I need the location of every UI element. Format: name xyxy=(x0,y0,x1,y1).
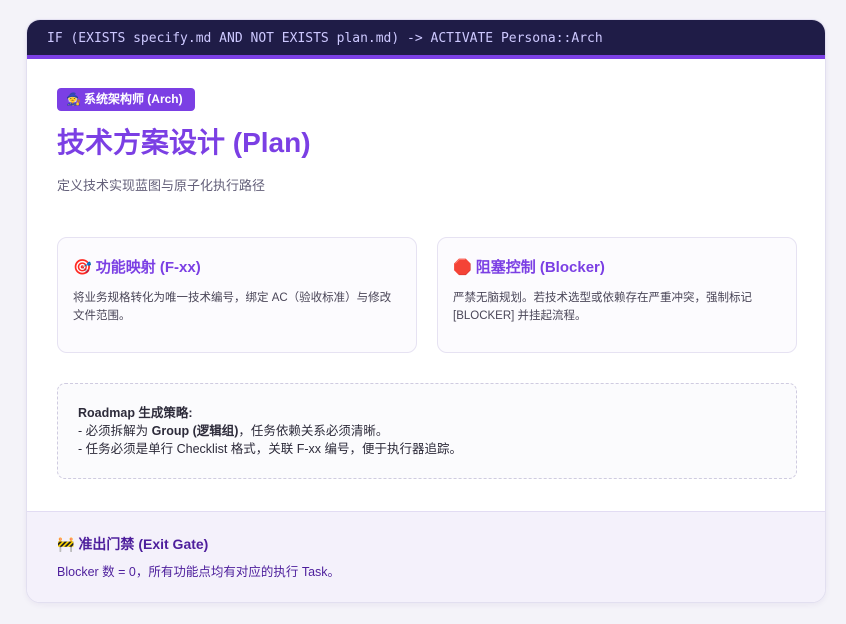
roadmap-line-1: - 必须拆解为 Group (逻辑组)，任务依赖关系必须清晰。 xyxy=(78,422,776,440)
feature-title: 🛑 阻塞控制 (Blocker) xyxy=(453,257,781,279)
persona-badge: 🧙 系统架构师 (Arch) xyxy=(57,88,195,111)
feature-description: 严禁无脑规划。若技术选型或依赖存在严重冲突，强制标记 [BLOCKER] 并挂起… xyxy=(453,292,752,322)
feature-card-mapping: 🎯 功能映射 (F-xx) 将业务规格转化为唯一技术编号，绑定 AC（验收标准）与… xyxy=(57,237,417,353)
exit-gate-text: Blocker 数 = 0，所有功能点均有对应的执行 Task。 xyxy=(57,565,341,579)
feature-card-blocker: 🛑 阻塞控制 (Blocker) 严禁无脑规划。若技术选型或依赖存在严重冲突，强制… xyxy=(437,237,797,353)
feature-title-label: 阻塞控制 (Blocker) xyxy=(475,259,605,276)
exit-gate-title-label: 准出门禁 (Exit Gate) xyxy=(78,536,209,552)
page-subtitle: 定义技术实现蓝图与原子化执行路径 xyxy=(57,178,266,193)
exit-gate-footer: 🚧 准出门禁 (Exit Gate) Blocker 数 = 0，所有功能点均有对… xyxy=(27,511,825,602)
construction-barrier-icon: 🚧 xyxy=(57,536,75,552)
main-content: 🧙 系统架构师 (Arch) 技术方案设计 (Plan) 定义技术实现蓝图与原子化… xyxy=(27,59,825,513)
roadmap-line-2: - 任务必须是单行 Checklist 格式，关联 F-xx 编号，便于执行器追… xyxy=(78,442,463,456)
persona-badge-label: 系统架构师 (Arch) xyxy=(83,92,183,106)
roadmap-line-1-prefix: - 必须拆解为 xyxy=(78,424,152,438)
roadmap-line-1-suffix: ，任务依赖关系必须清晰。 xyxy=(238,424,389,438)
wizard-icon: 🧙 xyxy=(66,92,81,106)
plan-card: IF (EXISTS specify.md AND NOT EXISTS pla… xyxy=(26,19,826,603)
feature-description: 将业务规格转化为唯一技术编号，绑定 AC（验收标准）与修改文件范围。 xyxy=(73,292,392,322)
roadmap-strategy-box: Roadmap 生成策略: - 必须拆解为 Group (逻辑组)，任务依赖关系… xyxy=(57,383,797,479)
exit-gate-title: 🚧 准出门禁 (Exit Gate) xyxy=(57,533,795,555)
condition-text: IF (EXISTS specify.md AND NOT EXISTS pla… xyxy=(47,31,603,46)
roadmap-line-1-bold: Group (逻辑组) xyxy=(151,424,239,438)
condition-bar: IF (EXISTS specify.md AND NOT EXISTS pla… xyxy=(27,20,825,59)
feature-title: 🎯 功能映射 (F-xx) xyxy=(73,257,401,279)
roadmap-heading: Roadmap 生成策略: xyxy=(78,406,193,420)
feature-title-label: 功能映射 (F-xx) xyxy=(95,259,201,276)
target-icon: 🎯 xyxy=(73,259,92,276)
page-title: 技术方案设计 (Plan) xyxy=(57,127,311,158)
stop-sign-icon: 🛑 xyxy=(453,259,472,276)
